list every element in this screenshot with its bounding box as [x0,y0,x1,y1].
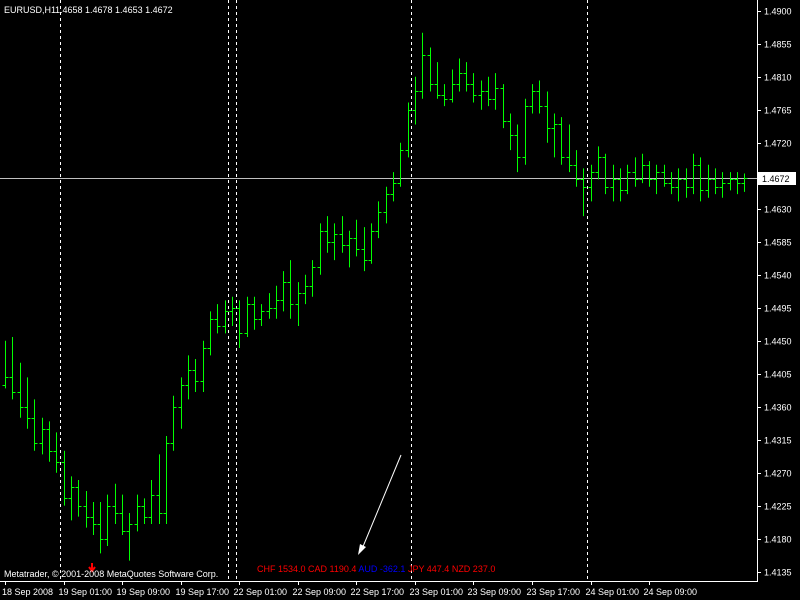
y-tick-label: 1.4630 [764,205,792,215]
x-tick-label: 22 Sep 01:00 [234,587,288,597]
current-price-tag: 1.4672 [758,172,796,185]
chart-header: EURUSD,H1 [4,5,56,15]
y-tick-label: 1.4135 [764,568,792,578]
x-tick-label: 19 Sep 01:00 [59,587,113,597]
x-tick-label: 23 Sep 17:00 [527,587,581,597]
y-tick-label: 1.4450 [764,337,792,347]
y-tick-label: 1.4900 [764,7,792,17]
y-tick-label: 1.4720 [764,139,792,149]
x-tick-label: 19 Sep 17:00 [176,587,230,597]
y-tick-label: 1.4270 [764,469,792,479]
y-tick-label: 1.4540 [764,271,792,281]
overlay-label: NZD 237.0 [449,564,495,574]
x-tick-label: 24 Sep 01:00 [586,587,640,597]
x-tick-label: 23 Sep 09:00 [468,587,522,597]
y-tick-label: 1.4765 [764,106,792,116]
x-tick-label: 22 Sep 09:00 [293,587,347,597]
overlay-label: CHF 1534.0 [257,564,306,574]
x-tick-label: 22 Sep 17:00 [351,587,405,597]
overlay-text: CHF 1534.0 CAD 1190.4 AUD -362.1 JPY 447… [257,564,495,574]
y-tick-label: 1.4495 [764,304,792,314]
overlay-label: AUD -362.1 [356,564,405,574]
price-tag-label: 1.4672 [762,174,790,184]
x-tick-label: 23 Sep 01:00 [410,587,464,597]
overlay-label: CAD 1190.4 [306,564,357,574]
x-tick-label: 18 Sep 2008 [2,587,53,597]
overlay-label: JPY 447.4 [405,564,449,574]
y-tick-label: 1.4810 [764,73,792,83]
y-tick-label: 1.4585 [764,238,792,248]
x-tick-label: 19 Sep 09:00 [117,587,171,597]
x-tick-label: 24 Sep 09:00 [644,587,698,597]
y-tick-label: 1.4855 [764,40,792,50]
chart-background [0,0,800,600]
y-tick-label: 1.4315 [764,436,792,446]
y-tick-label: 1.4405 [764,370,792,380]
y-tick-label: 1.4360 [764,403,792,413]
copyright-text: Metatrader, © 2001-2008 MetaQuotes Softw… [4,569,218,579]
y-tick-label: 1.4180 [764,535,792,545]
currency-overlay: CHF 1534.0 CAD 1190.4 AUD -362.1 JPY 447… [257,564,495,574]
price-chart[interactable]: 1.49001.48551.48101.47651.47201.46751.46… [0,0,800,600]
y-tick-label: 1.4225 [764,502,792,512]
chart-ohlc: 1.4658 1.4678 1.4653 1.4672 [55,5,173,15]
